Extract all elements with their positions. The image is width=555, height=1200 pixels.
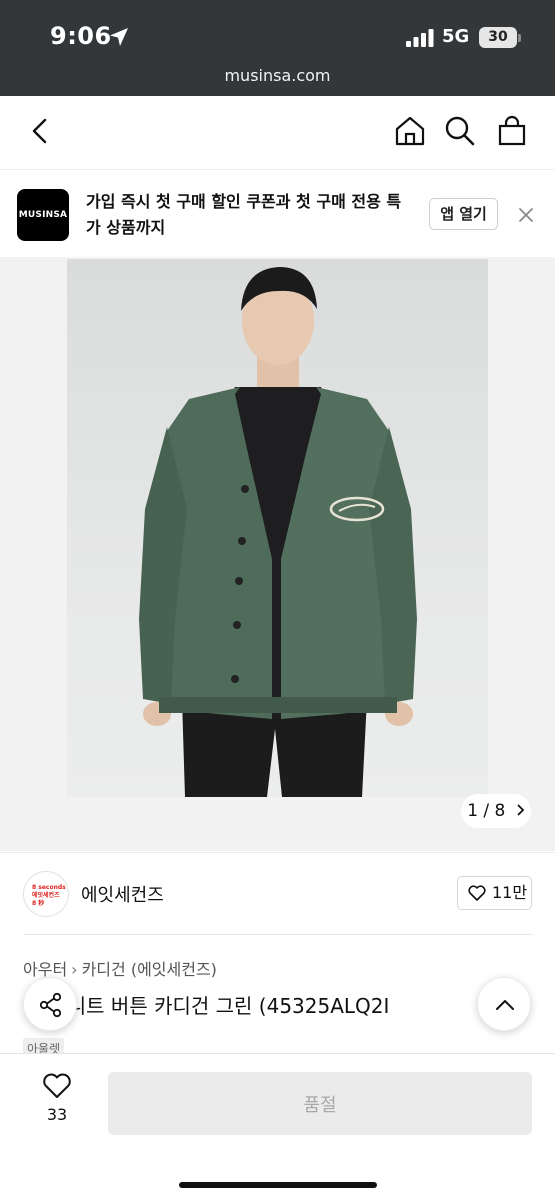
product-gallery[interactable]: 1 / 8	[0, 257, 555, 851]
brand-like-count: 11만	[492, 883, 528, 902]
share-icon	[39, 992, 62, 1018]
product-image[interactable]	[67, 259, 488, 797]
divider	[23, 934, 533, 935]
wishlist-count: 33	[46, 1105, 68, 1124]
musinsa-logo: MUSINSA	[17, 189, 69, 241]
wishlist-button[interactable]: 33	[30, 1072, 84, 1132]
chevron-right-icon	[517, 804, 525, 816]
home-indicator	[179, 1182, 377, 1188]
breadcrumb-separator: ›	[71, 960, 78, 979]
brand-row[interactable]: 8 seconds 에잇세컨즈 8 秒 에잇세컨즈 11만	[0, 852, 555, 934]
search-icon[interactable]	[443, 114, 477, 148]
brand-avatar-line: 8 秒	[32, 900, 45, 907]
top-navigation	[0, 96, 555, 170]
back-icon[interactable]	[23, 114, 57, 148]
app-banner: MUSINSA 가입 즉시 첫 구매 할인 쿠폰과 첫 구매 전용 특가 상품까…	[0, 171, 555, 257]
heart-icon	[43, 1073, 71, 1098]
model-in-cardigan-illustration	[139, 267, 417, 797]
image-counter-text: 1 / 8	[467, 801, 506, 821]
brand-avatar-line: 에잇세컨즈	[32, 892, 60, 899]
scroll-top-button[interactable]	[477, 977, 531, 1031]
brand-avatar[interactable]: 8 seconds 에잇세컨즈 8 秒	[23, 871, 69, 917]
close-icon[interactable]	[516, 205, 536, 225]
location-arrow-icon	[110, 28, 128, 46]
bag-icon[interactable]	[495, 114, 529, 148]
share-button[interactable]	[23, 977, 77, 1031]
banner-message: 가입 즉시 첫 구매 할인 쿠폰과 첫 구매 전용 특가 상품까지	[86, 192, 402, 237]
battery-tip	[518, 34, 521, 42]
breadcrumb-item[interactable]: 카디건 (에잇세컨즈)	[82, 960, 217, 979]
breadcrumb-item[interactable]: 아우터	[23, 960, 67, 979]
signal-icon	[406, 29, 434, 47]
status-time: 9:06	[50, 22, 112, 50]
product-title: …치 니트 버튼 카디건 그린 (45325ALQ2I	[23, 994, 390, 1018]
battery-icon: 30	[479, 27, 517, 48]
brand-name[interactable]: 에잇세컨즈	[81, 881, 164, 907]
chevron-up-icon	[496, 1000, 514, 1010]
sold-out-button[interactable]: 품절	[108, 1072, 532, 1135]
browser-url[interactable]: musinsa.com	[0, 66, 555, 85]
open-app-button[interactable]: 앱 열기	[429, 198, 498, 230]
heart-icon	[468, 885, 486, 901]
home-icon[interactable]	[393, 114, 427, 148]
bottom-action-bar: 33 품절	[0, 1053, 555, 1200]
brand-like-button[interactable]: 11만	[457, 876, 532, 910]
status-bar: 9:06 5G 30 musinsa.com	[0, 0, 555, 96]
network-type: 5G	[442, 26, 470, 47]
brand-avatar-line: 8 seconds	[32, 884, 66, 891]
image-counter[interactable]: 1 / 8	[461, 794, 531, 828]
